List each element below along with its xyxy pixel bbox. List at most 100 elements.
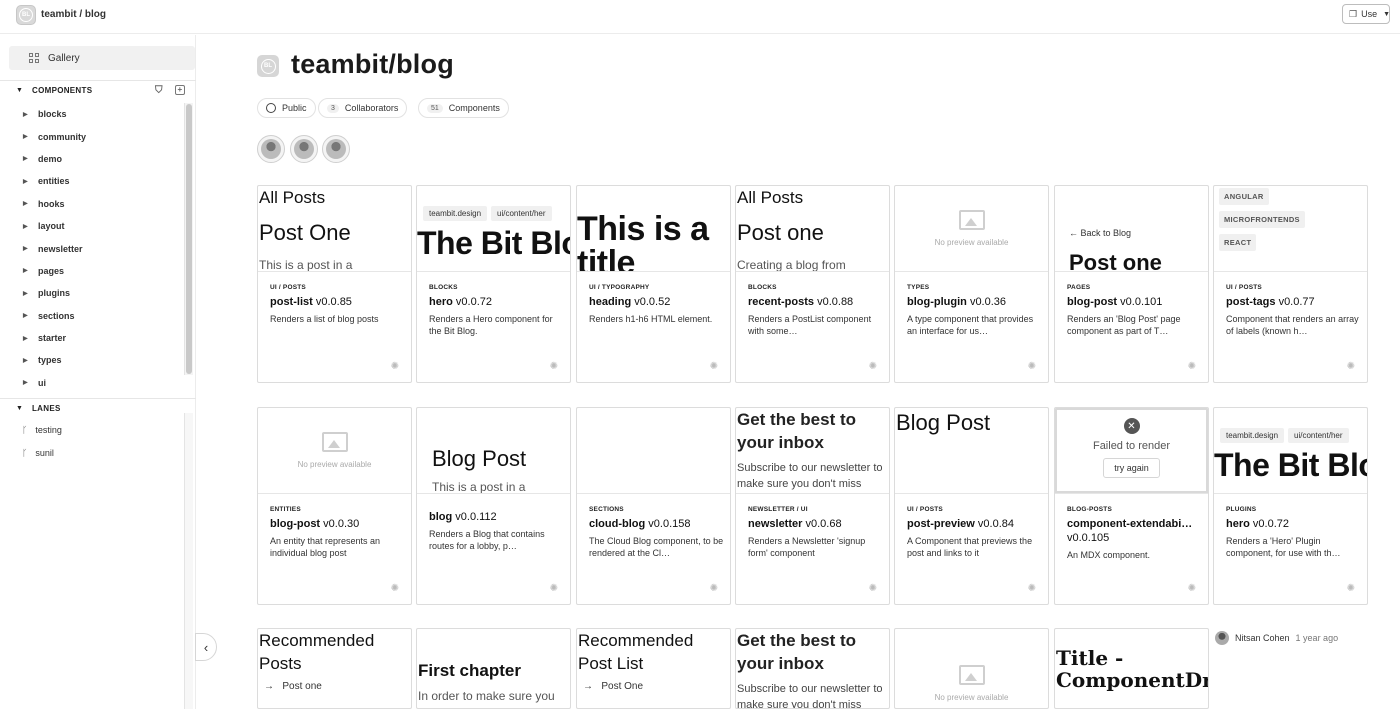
scope-breadcrumb[interactable]: teambit / blog: [41, 9, 106, 20]
component-name: blog-post v0.0.101: [1067, 296, 1163, 308]
component-card[interactable]: Recommended Post List → Post One: [576, 628, 731, 709]
try-again-button[interactable]: try again: [1103, 458, 1160, 478]
env-icon: ✺: [1346, 583, 1355, 594]
tree-item-layout[interactable]: ▶ layout: [0, 215, 186, 237]
component-preview: teambit.design ui/content/her The Bit Blo: [1214, 408, 1367, 494]
component-card[interactable]: Get the best to your inbox Subscribe to …: [735, 407, 890, 605]
tree-item-community[interactable]: ▶ community: [0, 125, 186, 147]
component-card[interactable]: Title - ComponentDriven: [1054, 628, 1209, 709]
env-icon: ✺: [1027, 583, 1036, 594]
add-icon[interactable]: +: [175, 85, 185, 95]
lane-item-sunil[interactable]: ᚴ sunil: [22, 448, 54, 458]
component-card[interactable]: All Posts Post One This is a post in a U…: [257, 185, 412, 383]
sidebar-item-gallery[interactable]: Gallery: [9, 46, 195, 70]
caret-right-icon: ▶: [23, 134, 28, 141]
components-badge: 51 Components: [418, 98, 509, 118]
caret-down-icon: ▼: [16, 405, 24, 412]
component-card[interactable]: ← Back to Blog Post one PAGES blog-post v…: [1054, 185, 1209, 383]
component-card[interactable]: ✕ Failed to render try again BLOG-POSTS c…: [1054, 407, 1209, 605]
tree-item-ui[interactable]: ▶ ui: [0, 372, 186, 394]
component-card[interactable]: This is a title UI / TYPOGRAPHY heading v…: [576, 185, 731, 383]
image-placeholder-icon: [958, 665, 985, 685]
filter-icon[interactable]: ⛉: [155, 85, 163, 96]
component-name: heading v0.0.52: [589, 296, 671, 308]
component-preview: Get the best to your inbox Subscribe to …: [736, 408, 889, 494]
component-name: blog-post v0.0.30: [270, 518, 360, 530]
avatar[interactable]: [290, 135, 318, 163]
component-card[interactable]: No preview available: [894, 628, 1049, 709]
tree-item-newsletter[interactable]: ▶ newsletter: [0, 237, 186, 259]
arrow-right-icon: →: [583, 681, 593, 692]
tree-item-starter[interactable]: ▶ starter: [0, 327, 186, 349]
visibility-badge: Public: [257, 98, 316, 118]
tree-item-sections[interactable]: ▶ sections: [0, 305, 186, 327]
component-card[interactable]: Recommended Posts → Post one: [257, 628, 412, 709]
component-card[interactable]: No preview available TYPES blog-plugin v0…: [894, 185, 1049, 383]
tree-item-entities[interactable]: ▶ entities: [0, 170, 186, 192]
avatar[interactable]: [1215, 631, 1229, 645]
lane-item-testing[interactable]: ᚴ testing: [22, 425, 62, 435]
component-card[interactable]: No preview available ENTITIES blog-post v…: [257, 407, 412, 605]
lanes-scrollbar[interactable]: [184, 413, 193, 709]
env-icon: ✺: [709, 361, 718, 372]
arrow-right-icon: →: [264, 681, 274, 692]
env-icon: ✺: [1187, 583, 1196, 594]
tree-item-types[interactable]: ▶ types: [0, 349, 186, 371]
component-preview: teambit.design ui/content/her The Bit Blo: [417, 186, 570, 272]
tree-item-blocks[interactable]: ▶ blocks: [0, 103, 186, 125]
tree-item-hooks[interactable]: ▶ hooks: [0, 193, 186, 215]
avatar[interactable]: [322, 135, 350, 163]
error-icon: ✕: [1123, 418, 1140, 434]
component-preview: ← Back to Blog Post one: [1055, 186, 1208, 272]
env-icon: ✺: [1187, 361, 1196, 372]
component-name: post-tags v0.0.77: [1226, 296, 1315, 308]
component-preview: No preview available: [895, 186, 1048, 272]
component-preview: ✕ Failed to render try again: [1055, 408, 1208, 494]
component-preview: All Posts Post One This is a post in a: [258, 186, 411, 272]
component-preview: All Posts Post one Creating a blog from: [736, 186, 889, 272]
tree-item-plugins[interactable]: ▶ plugins: [0, 282, 186, 304]
caret-right-icon: ▶: [23, 223, 28, 230]
component-preview: ANGULAR MICROFRONTENDS REACT: [1214, 186, 1367, 272]
components-section-header[interactable]: ▼ COMPONENTS ⛉ +: [0, 80, 196, 100]
component-preview: No preview available: [258, 408, 411, 494]
env-icon: ✺: [1346, 361, 1355, 372]
component-card[interactable]: Get the best to your inbox Subscribe to …: [735, 628, 890, 709]
branch-icon: ᚴ: [22, 425, 28, 435]
use-button[interactable]: ❒ Use ▼: [1342, 4, 1390, 24]
component-card[interactable]: teambit.design ui/content/her The Bit Blo…: [416, 185, 571, 383]
component-card[interactable]: Blog Post UI / POSTS post-preview v0.0.84…: [894, 407, 1049, 605]
caret-right-icon: ▶: [23, 290, 28, 297]
component-name: newsletter v0.0.68: [748, 518, 842, 530]
component-name: blog v0.0.112: [429, 511, 497, 523]
chevron-down-icon: ▼: [1383, 10, 1391, 18]
components-scrollbar[interactable]: [184, 103, 193, 375]
caret-right-icon: ▶: [23, 357, 28, 364]
component-preview: This is a title: [577, 186, 730, 272]
component-name: hero v0.0.72: [1226, 518, 1289, 530]
component-name: recent-posts v0.0.88: [748, 296, 854, 308]
component-card[interactable]: All Posts Post one Creating a blog from …: [735, 185, 890, 383]
collaborators-badge[interactable]: 3 Collaborators: [318, 98, 408, 118]
component-card[interactable]: Blog Post This is a post in a blog v0.0.…: [416, 407, 571, 605]
collapse-sidebar-button[interactable]: ‹: [195, 633, 217, 661]
author-info: Nitsan Cohen 1 year ago: [1215, 631, 1338, 645]
caret-right-icon: ▶: [23, 313, 28, 320]
env-icon: ✺: [549, 361, 558, 372]
component-card[interactable]: First chapter In order to make sure you: [416, 628, 571, 709]
scrollbar-thumb[interactable]: [186, 104, 192, 374]
component-name: hero v0.0.72: [429, 296, 492, 308]
scope-logo-icon[interactable]: BL: [16, 5, 36, 25]
page-title: teambit/blog: [291, 49, 454, 79]
globe-icon: [266, 103, 276, 113]
component-card[interactable]: SECTIONS cloud-blog v0.0.158 The Cloud Blo…: [576, 407, 731, 605]
lanes-section-header[interactable]: ▼ LANES: [0, 398, 196, 418]
chevron-left-icon: ‹: [203, 639, 209, 655]
env-icon: ✺: [868, 583, 877, 594]
component-card[interactable]: teambit.design ui/content/her The Bit Blo…: [1213, 407, 1368, 605]
avatar[interactable]: [257, 135, 285, 163]
component-preview: Blog Post: [895, 408, 1048, 494]
component-card[interactable]: ANGULAR MICROFRONTENDS REACT UI / POSTS p…: [1213, 185, 1368, 383]
tree-item-demo[interactable]: ▶ demo: [0, 148, 186, 170]
tree-item-pages[interactable]: ▶ pages: [0, 260, 186, 282]
